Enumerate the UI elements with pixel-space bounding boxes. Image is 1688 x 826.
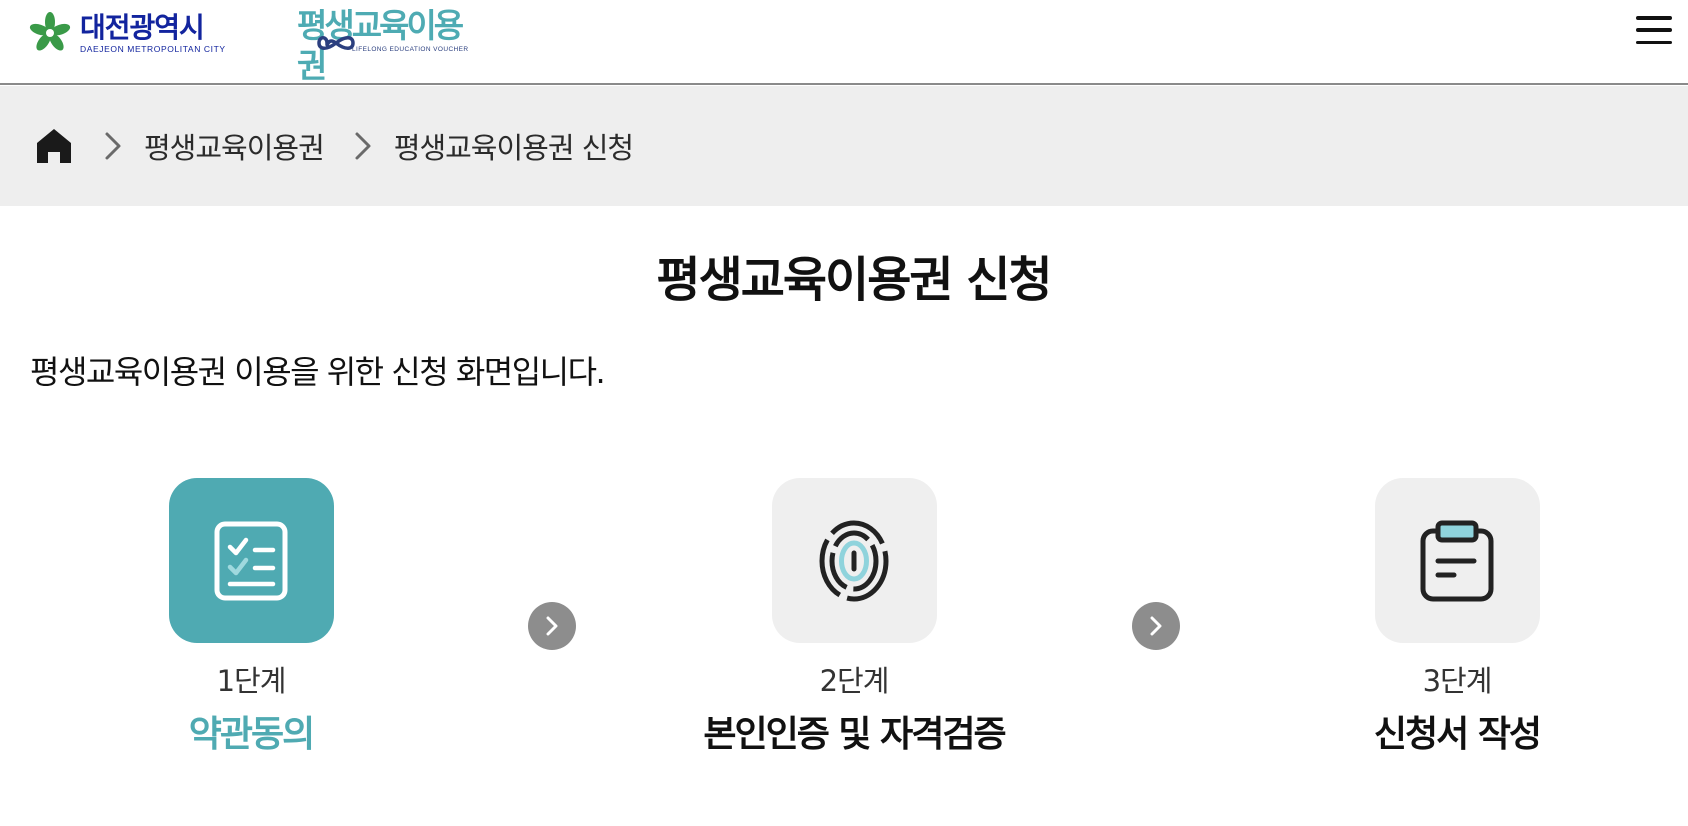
- breadcrumb-item-voucher[interactable]: 평생교육이용권: [144, 125, 325, 167]
- home-icon[interactable]: [34, 126, 74, 166]
- step-3-label: 신청서 작성: [1373, 714, 1542, 755]
- step-3-number: 3단계: [1422, 664, 1493, 698]
- daejeon-emblem-icon: [29, 12, 71, 51]
- step-arrow-icon: [528, 602, 576, 650]
- chevron-right-icon: [102, 131, 124, 161]
- clipboard-icon: [1420, 520, 1494, 601]
- step-2-icon-box: [771, 478, 937, 643]
- step-1-icon-box: [168, 478, 334, 643]
- step-2-label: 본인인증 및 자격검증: [703, 714, 1006, 755]
- breadcrumb-item-apply[interactable]: 평생교육이용권 신청: [394, 125, 634, 167]
- step-3: 3단계 신청서 작성: [1297, 478, 1617, 757]
- step-2: 2단계 본인인증 및 자격검증: [694, 478, 1014, 757]
- voucher-logo-subtitle: LIFELONG EDUCATION VOUCHER: [352, 46, 469, 53]
- infinity-icon: [317, 36, 355, 50]
- fingerprint-icon: [819, 520, 889, 601]
- daejeon-city-logo[interactable]: 대전광역시 DAEJEON METROPOLITAN CITY: [28, 8, 226, 58]
- city-logo-subtitle: DAEJEON METROPOLITAN CITY: [80, 43, 226, 54]
- page-title: 평생교육이용권 신청: [656, 252, 1052, 308]
- step-2-number: 2단계: [819, 664, 890, 698]
- city-logo-name: 대전광역시: [80, 10, 205, 44]
- step-1-number: 1단계: [216, 664, 287, 698]
- breadcrumb: 평생교육이용권 평생교육이용권 신청: [0, 86, 1688, 206]
- step-arrow-icon: [1132, 602, 1180, 650]
- checklist-icon: [214, 521, 288, 600]
- step-1-label: 약관동의: [188, 714, 315, 755]
- step-3-icon-box: [1374, 478, 1540, 643]
- chevron-right-icon: [352, 131, 374, 161]
- voucher-logo[interactable]: 평생교육이용권 LIFELONG EDUCATION VOUCHER: [297, 6, 482, 85]
- page-description: 평생교육이용권 이용을 위한 신청 화면입니다.: [30, 353, 606, 391]
- hamburger-menu-icon[interactable]: [1636, 14, 1672, 46]
- site-header: 대전광역시 DAEJEON METROPOLITAN CITY 평생교육이용권 …: [0, 0, 1688, 85]
- step-1: 1단계 약관동의: [91, 478, 411, 757]
